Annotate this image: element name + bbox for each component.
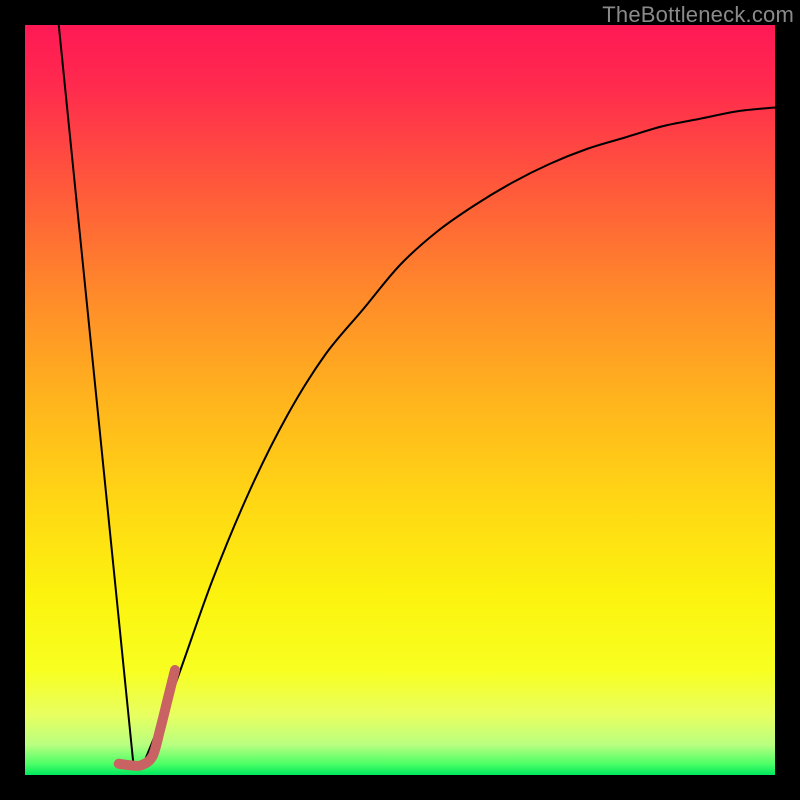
- plot-area: [25, 25, 775, 775]
- series-j-hook-marker: [119, 670, 175, 766]
- watermark-text: TheBottleneck.com: [602, 2, 794, 28]
- series-left-falling-line: [59, 25, 134, 768]
- curve-layer: [25, 25, 775, 775]
- series-right-rising-curve: [145, 108, 775, 761]
- chart-frame: TheBottleneck.com: [0, 0, 800, 800]
